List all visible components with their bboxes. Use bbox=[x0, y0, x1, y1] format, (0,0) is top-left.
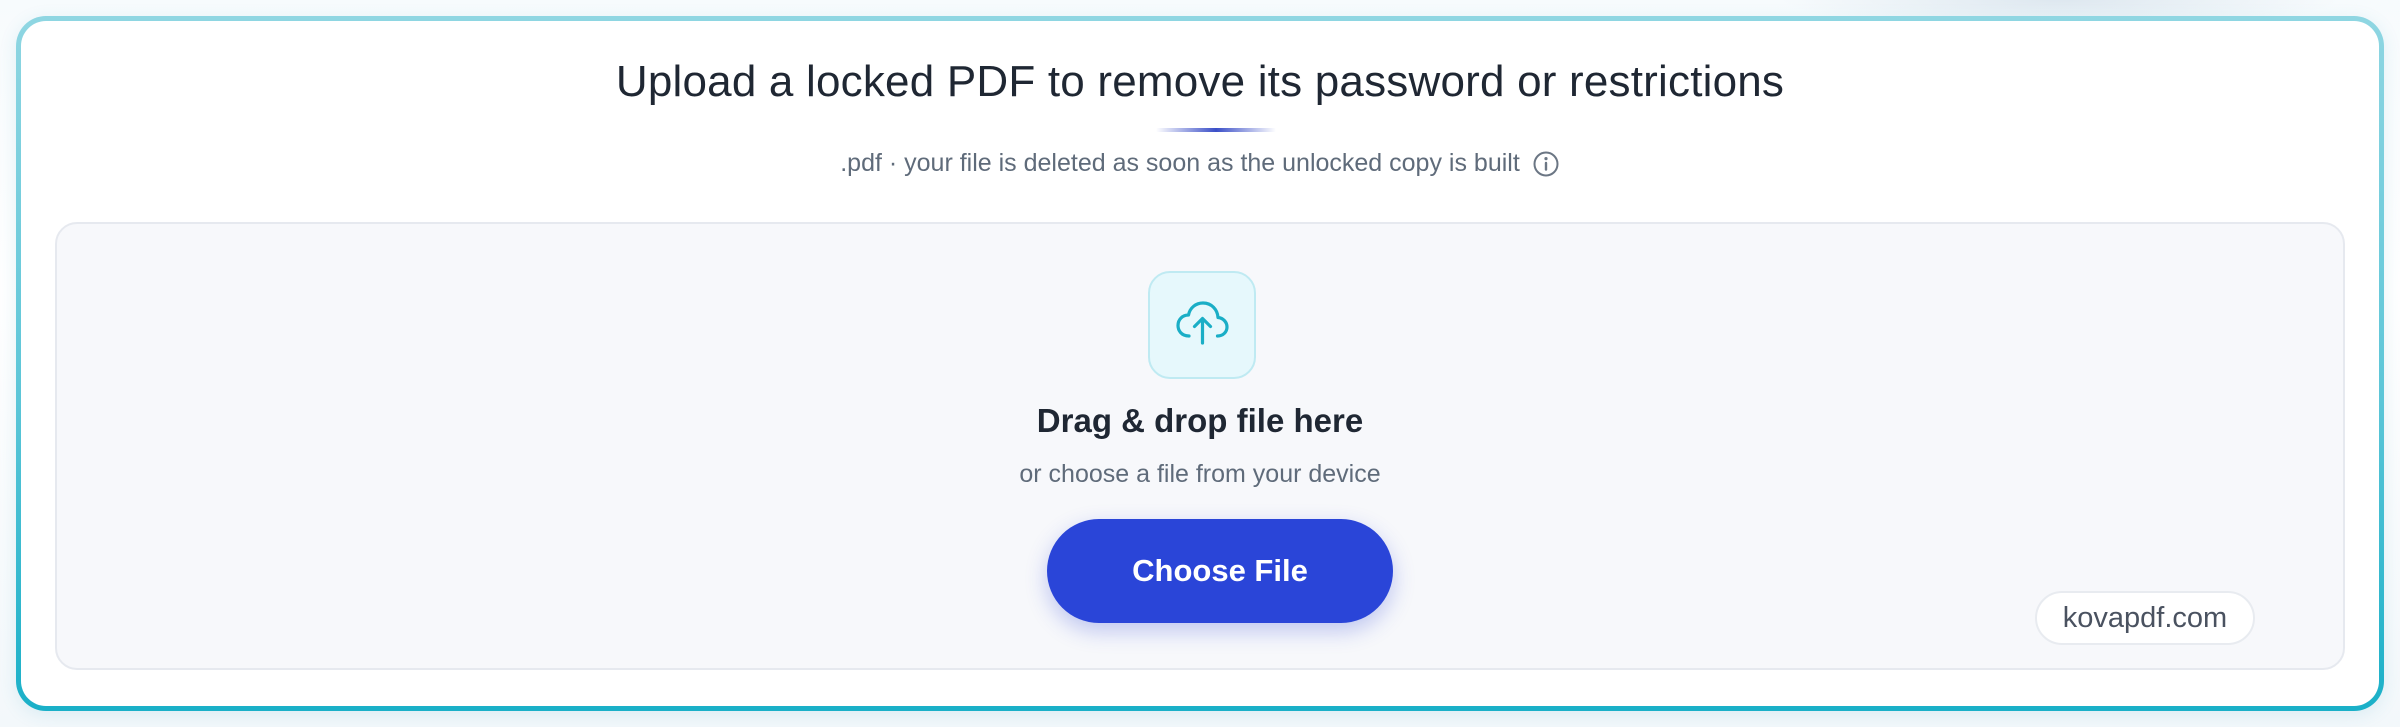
choose-file-button[interactable]: Choose File bbox=[1047, 519, 1393, 623]
dropzone-subheading: or choose a file from your device bbox=[1019, 460, 1381, 488]
dropzone-heading: Drag & drop file here bbox=[1036, 402, 1364, 439]
upload-card-frame: Upload a locked PDF to remove its passwo… bbox=[16, 16, 2384, 711]
site-watermark: kovapdf.com bbox=[2035, 591, 2255, 645]
info-icon[interactable] bbox=[1532, 150, 1560, 178]
upload-icon-box bbox=[1148, 271, 1256, 379]
title-underline bbox=[1156, 128, 1276, 132]
file-info-line: .pdf · your file is deleted as soon as t… bbox=[21, 149, 2379, 178]
file-info-text: .pdf · your file is deleted as soon as t… bbox=[840, 149, 1520, 177]
cloud-upload-icon bbox=[1172, 293, 1232, 358]
page-title: Upload a locked PDF to remove its passwo… bbox=[615, 57, 1785, 106]
upload-card: Upload a locked PDF to remove its passwo… bbox=[21, 21, 2379, 706]
file-dropzone[interactable]: Drag & drop file here or choose a file f… bbox=[55, 222, 2345, 670]
